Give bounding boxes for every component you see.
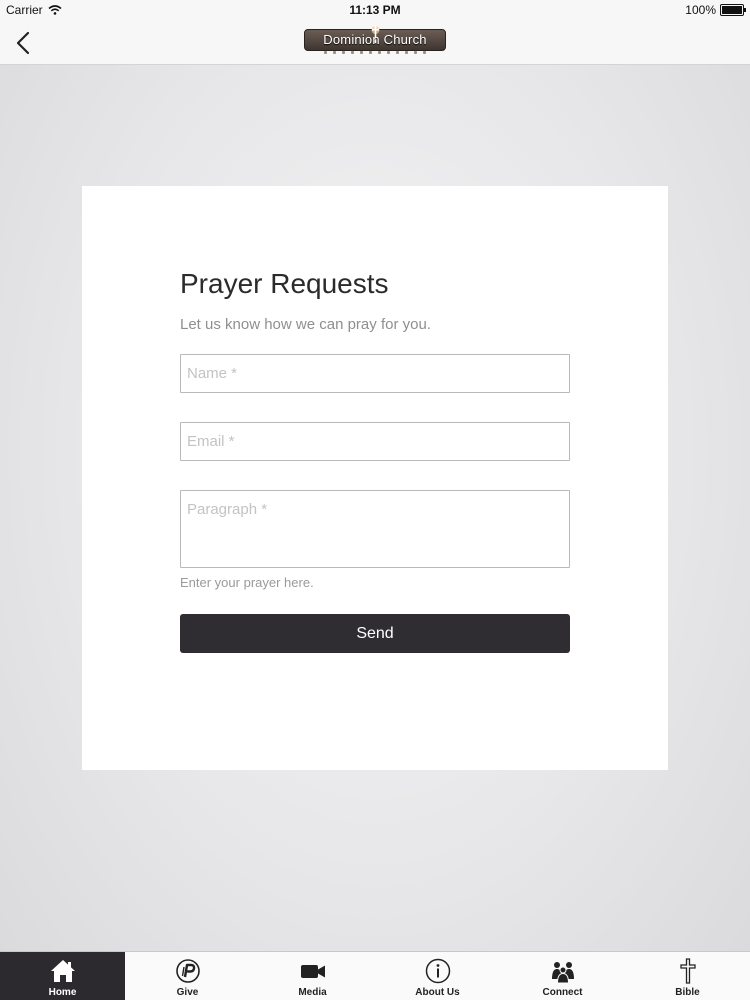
tab-home[interactable]: Home bbox=[0, 952, 125, 1000]
tab-bar: Home Give Media About Us Connect Bible bbox=[0, 951, 750, 1000]
tab-bible[interactable]: Bible bbox=[625, 952, 750, 1000]
video-camera-icon bbox=[300, 965, 325, 978]
tab-bible-label: Bible bbox=[675, 987, 700, 998]
tab-give[interactable]: Give bbox=[125, 952, 250, 1000]
tab-media[interactable]: Media bbox=[250, 952, 375, 1000]
tab-about-us[interactable]: About Us bbox=[375, 952, 500, 1000]
form-subtitle: Let us know how we can pray for you. bbox=[180, 316, 431, 333]
battery-percent: 100% bbox=[685, 3, 716, 17]
tab-media-label: Media bbox=[298, 987, 327, 998]
navigation-bar: Dominion Church bbox=[0, 22, 750, 65]
name-field[interactable] bbox=[180, 354, 570, 393]
tab-give-label: Give bbox=[176, 987, 199, 998]
tab-home-label: Home bbox=[48, 987, 77, 998]
page-title: Prayer Requests bbox=[180, 268, 389, 299]
email-field[interactable] bbox=[180, 422, 570, 461]
logo-subtitle-marks bbox=[304, 51, 446, 56]
tab-about-us-label: About Us bbox=[415, 987, 460, 998]
give-icon bbox=[175, 959, 200, 983]
cross-icon bbox=[679, 958, 696, 984]
tab-connect[interactable]: Connect bbox=[500, 952, 625, 1000]
chevron-left-icon bbox=[16, 31, 30, 55]
people-group-icon bbox=[551, 962, 574, 984]
status-bar: Carrier 11:13 PM 100% bbox=[0, 0, 750, 22]
logo-text: Dominion Church bbox=[323, 32, 427, 47]
status-time: 11:13 PM bbox=[349, 3, 401, 17]
battery-icon bbox=[720, 4, 746, 16]
paragraph-helper-text: Enter your prayer here. bbox=[180, 575, 314, 590]
paragraph-field[interactable] bbox=[180, 490, 570, 568]
back-button[interactable] bbox=[10, 28, 40, 58]
battery-indicator: 100% bbox=[685, 3, 746, 17]
send-button[interactable]: Send bbox=[180, 614, 570, 653]
info-icon bbox=[425, 958, 450, 984]
church-logo: Dominion Church bbox=[304, 25, 446, 57]
prayer-request-card: Prayer Requests Let us know how we can p… bbox=[82, 186, 668, 770]
tab-connect-label: Connect bbox=[542, 987, 583, 998]
home-icon bbox=[50, 960, 75, 982]
